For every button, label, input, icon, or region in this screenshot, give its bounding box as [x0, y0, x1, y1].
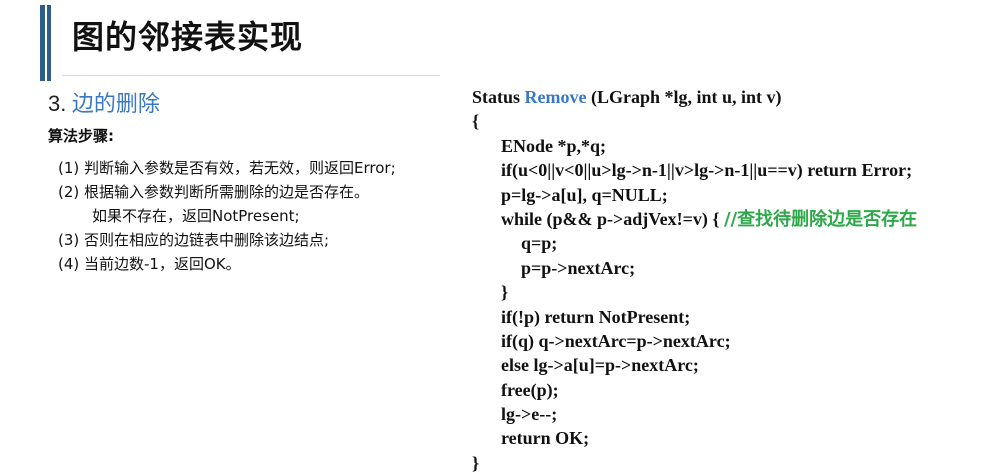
step-item: (2) 根据输入参数判断所需删除的边是否存在。	[58, 183, 370, 201]
function-signature: Status Remove (LGraph *lg, int u, int v)	[472, 85, 917, 109]
code-line: free(p);	[501, 379, 559, 400]
step-item: (4) 当前边数-1，返回OK。	[58, 255, 241, 273]
return-type: Status	[472, 87, 525, 107]
slide-title: 图的邻接表实现	[72, 18, 304, 56]
code-line: ENode *p,*q;	[501, 135, 607, 156]
section-heading: 3. 边的删除	[48, 86, 160, 118]
code-line: while (p&& p->adjVex!=v) {	[501, 208, 724, 229]
code-block: Status Remove (LGraph *lg, int u, int v)…	[472, 85, 917, 475]
code-line: else lg->a[u]=p->nextArc;	[501, 355, 699, 376]
code-line: p=lg->a[u], q=NULL;	[501, 184, 668, 205]
code-line: if(!p) return NotPresent;	[501, 306, 691, 327]
parameter-list: (LGraph *lg, int u, int v)	[586, 87, 782, 107]
code-line: return OK;	[501, 428, 590, 449]
step-item: (1) 判断输入参数是否有效，若无效，则返回Error;	[58, 159, 396, 177]
code-line: if(q) q->nextArc=p->nextArc;	[501, 330, 731, 351]
code-close-brace: }	[472, 452, 480, 473]
code-line: p=p->nextArc;	[521, 257, 636, 278]
section-name: 边的删除	[71, 92, 160, 117]
step-item-continuation: 如果不存在，返回NotPresent;	[92, 207, 300, 225]
step-item: (3) 否则在相应的边链表中删除该边结点;	[58, 231, 330, 249]
algorithm-steps: 算法步骤: (1) 判断输入参数是否有效，若无效，则返回Error; (2) 根…	[48, 125, 396, 276]
code-comment: //查找待删除边是否存在	[723, 208, 918, 230]
code-line-with-comment: while (p&& p->adjVex!=v) { //查找待删除边是否存在	[472, 207, 917, 231]
code-line: if(u<0||v<0||u>lg->n-1||v>lg->n-1||u==v)…	[501, 160, 913, 181]
function-name: Remove	[524, 87, 587, 107]
title-divider	[62, 75, 440, 76]
code-line: q=p;	[521, 233, 558, 254]
section-number: 3.	[48, 91, 67, 116]
code-line: lg->e--;	[501, 404, 558, 425]
code-open-brace: {	[472, 111, 480, 132]
algorithm-label: 算法步骤:	[48, 127, 114, 145]
code-line: }	[501, 282, 509, 303]
title-accent-bar-thin	[47, 5, 51, 81]
title-accent-bar	[40, 5, 45, 81]
